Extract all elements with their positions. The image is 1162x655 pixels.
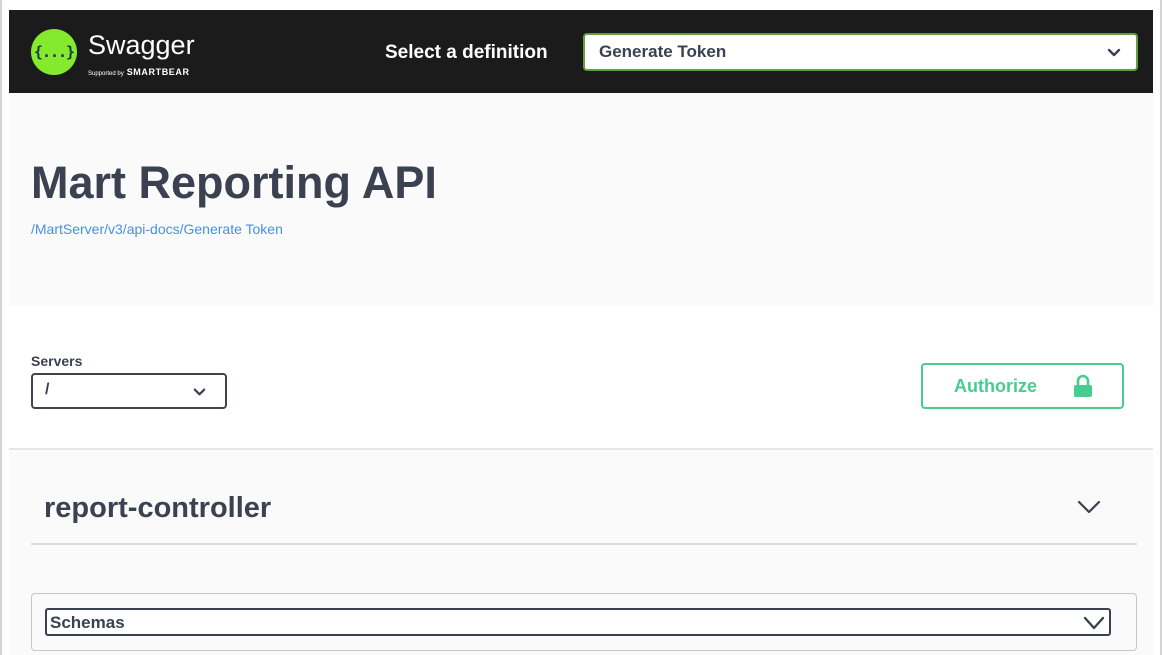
chevron-down-icon [1083,616,1105,630]
schemas-toggle-button[interactable]: Schemas [45,608,1111,636]
schemas-section: Schemas [31,593,1137,651]
logo-sub-brand: SMARTBEAR [126,67,190,77]
servers-select-value: / [45,381,50,398]
definition-select-value: Generate Token [599,42,727,61]
servers-select[interactable]: / [31,373,227,409]
servers-section: Servers / Authorize [9,306,1153,450]
page-title: Mart Reporting API [31,157,437,208]
logo-name[interactable]: Swagger [88,29,195,61]
servers-label: Servers [31,353,83,369]
api-docs-link[interactable]: /MartServer/v3/api-docs/Generate Token [31,221,283,237]
authorize-button[interactable]: Authorize [921,363,1124,409]
select-definition-label: Select a definition [385,42,548,63]
logo-sub-small: Supported by [88,71,124,77]
definition-select[interactable]: Generate Token [583,33,1138,71]
tag-divider [31,543,1137,545]
swagger-logo-icon[interactable]: {...} [31,29,77,75]
chevron-down-icon [193,388,206,396]
operations-section: report-controller Schemas [9,451,1153,655]
chevron-down-icon [1107,48,1121,57]
authorize-label: Authorize [954,376,1037,396]
top-bar: {...} Swagger Supported by SMARTBEAR Sele… [9,10,1153,93]
logo-subtitle: Supported by SMARTBEAR [88,67,190,77]
schemas-label: Schemas [50,613,125,632]
info-section: Mart Reporting API /MartServer/v3/api-do… [9,93,1153,306]
chevron-down-icon[interactable] [1075,496,1103,518]
lock-icon [1074,374,1092,397]
tag-report-controller[interactable]: report-controller [44,492,271,525]
